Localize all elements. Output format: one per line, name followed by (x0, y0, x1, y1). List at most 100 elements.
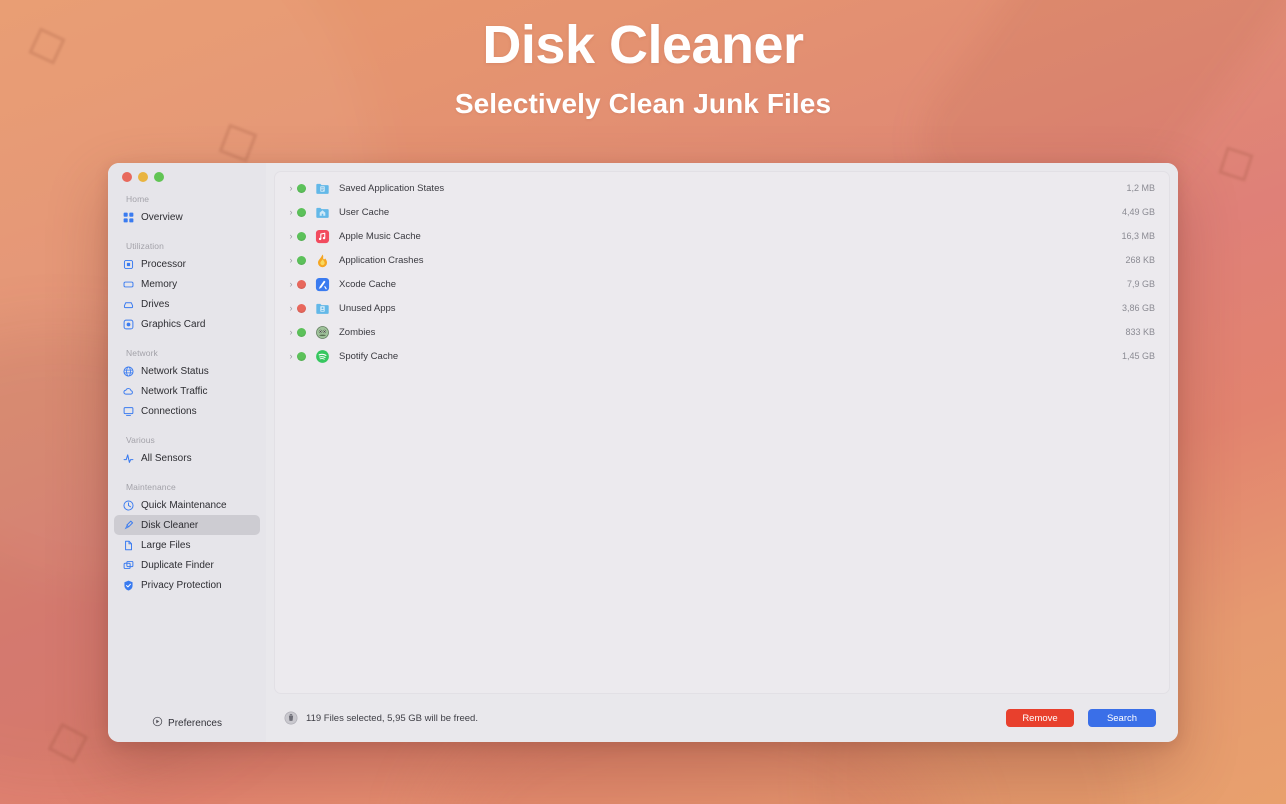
folder-user-icon (315, 301, 330, 316)
table-row[interactable]: › Spotify Cache 1,45 GB (275, 344, 1169, 368)
sidebar-item-graphics-card[interactable]: Graphics Card (114, 314, 260, 334)
chevron-right-icon[interactable]: › (285, 279, 297, 289)
search-button[interactable]: Search (1088, 709, 1156, 727)
sidebar-item-label: Drives (141, 298, 170, 310)
row-name: Saved Application States (339, 182, 445, 194)
sidebar-item-quick-maintenance[interactable]: Quick Maintenance (114, 495, 260, 515)
preferences-button[interactable]: Preferences (114, 716, 260, 730)
sidebar-group-label: Various (126, 435, 155, 445)
background-square-icon (1218, 146, 1254, 182)
minimize-button[interactable] (138, 172, 148, 182)
cpu-icon (122, 258, 135, 271)
xcode-icon (315, 277, 330, 292)
sidebar-item-label: Network Status (141, 365, 209, 377)
music-icon (315, 229, 330, 244)
close-button[interactable] (122, 172, 132, 182)
table-row[interactable]: › Application Crashes 268 KB (275, 248, 1169, 272)
chevron-right-icon[interactable]: › (285, 183, 297, 193)
shield-check-icon (122, 579, 135, 592)
page-title: Disk Cleaner (482, 15, 804, 75)
cloud-icon (122, 385, 135, 398)
status-badge[interactable] (297, 327, 306, 337)
sidebar-item-privacy-protection[interactable]: Privacy Protection (114, 575, 260, 595)
row-size: 4,49 GB (1121, 207, 1155, 217)
row-name: Application Crashes (339, 254, 424, 266)
monitor-icon (122, 405, 135, 418)
status-badge[interactable] (297, 303, 306, 313)
status-badge[interactable] (297, 255, 306, 265)
table-row[interactable]: › User Cache 4,49 GB (275, 200, 1169, 224)
sidebar-group-label: Home (126, 194, 150, 204)
main-content: › Saved Application States 1,2 MB › User Cac… (266, 163, 1178, 742)
sidebar-item-large-files[interactable]: Large Files (114, 535, 260, 555)
row-size: 7,9 GB (1126, 279, 1155, 289)
copy-icon (122, 559, 135, 572)
row-name: Zombies (339, 326, 376, 338)
app-window: Home Overview Utilization Processor Memory Dr… (108, 163, 1178, 742)
sidebar-item-overview[interactable]: Overview (114, 207, 260, 227)
sidebar-item-all-sensors[interactable]: All Sensors (114, 448, 260, 468)
chevron-right-icon[interactable]: › (285, 231, 297, 241)
status-badge[interactable] (297, 207, 306, 217)
preferences-label: Preferences (168, 717, 222, 729)
table-row[interactable]: › Xcode Cache 7,9 GB (275, 272, 1169, 296)
row-name: Unused Apps (339, 302, 396, 314)
sidebar-item-processor[interactable]: Processor (114, 254, 260, 274)
sidebar-group-label: Maintenance (126, 482, 176, 492)
flame-icon (315, 253, 330, 268)
sidebar-item-label: Large Files (141, 539, 191, 551)
sidebar: Home Overview Utilization Processor Memory Dr… (108, 163, 266, 742)
sidebar-item-network-traffic[interactable]: Network Traffic (114, 381, 260, 401)
status-badge[interactable] (297, 231, 306, 241)
drive-icon (122, 298, 135, 311)
sidebar-group-label: Utilization (126, 241, 164, 251)
clock-icon (122, 499, 135, 512)
remove-button[interactable]: Remove (1006, 709, 1074, 727)
row-size: 268 KB (1125, 255, 1155, 265)
sidebar-item-label: Overview (141, 211, 183, 223)
status-badge[interactable] (297, 351, 306, 361)
table-row[interactable]: › Unused Apps 3,86 GB (275, 296, 1169, 320)
sidebar-item-drives[interactable]: Drives (114, 294, 260, 314)
row-size: 3,86 GB (1121, 303, 1155, 313)
junk-file-list[interactable]: › Saved Application States 1,2 MB › User Cac… (274, 171, 1170, 694)
folder-doc-icon (315, 181, 330, 196)
chevron-right-icon[interactable]: › (285, 327, 297, 337)
row-name: Apple Music Cache (339, 230, 421, 242)
status-badge[interactable] (297, 183, 306, 193)
sidebar-item-label: All Sensors (141, 452, 192, 464)
chevron-right-icon[interactable]: › (285, 255, 297, 265)
sidebar-item-memory[interactable]: Memory (114, 274, 260, 294)
table-row[interactable]: › Saved Application States 1,2 MB (275, 176, 1169, 200)
sidebar-item-label: Network Traffic (141, 385, 208, 397)
sidebar-item-duplicate-finder[interactable]: Duplicate Finder (114, 555, 260, 575)
chevron-right-icon[interactable]: › (285, 207, 297, 217)
sidebar-item-label: Connections (141, 405, 197, 417)
zombie-icon (315, 325, 330, 340)
sidebar-item-disk-cleaner[interactable]: Disk Cleaner (114, 515, 260, 535)
table-row[interactable]: › Apple Music Cache 16,3 MB (275, 224, 1169, 248)
trash-icon (284, 711, 298, 725)
file-icon (122, 539, 135, 552)
table-row[interactable]: › Zombies 833 KB (275, 320, 1169, 344)
status-badge[interactable] (297, 279, 306, 289)
row-size: 1,2 MB (1126, 183, 1155, 193)
brush-icon (122, 519, 135, 532)
sidebar-item-label: Memory (141, 278, 178, 290)
chevron-right-icon[interactable]: › (285, 303, 297, 313)
window-traffic-lights (114, 163, 260, 182)
sidebar-item-network-status[interactable]: Network Status (114, 361, 260, 381)
footer-bar: 119 Files selected, 5,95 GB will be free… (274, 694, 1170, 742)
chevron-right-icon[interactable]: › (285, 351, 297, 361)
preferences-icon (152, 716, 163, 730)
globe-icon (122, 365, 135, 378)
row-name: User Cache (339, 206, 390, 218)
sidebar-nav: Home Overview Utilization Processor Memory Dr… (114, 182, 260, 595)
row-size: 833 KB (1125, 327, 1155, 337)
sidebar-item-label: Quick Maintenance (141, 499, 227, 511)
zoom-button[interactable] (154, 172, 164, 182)
sidebar-item-connections[interactable]: Connections (114, 401, 260, 421)
page-subtitle: Selectively Clean Junk Files (454, 88, 832, 120)
pulse-icon (122, 452, 135, 465)
spotify-icon (315, 349, 330, 364)
